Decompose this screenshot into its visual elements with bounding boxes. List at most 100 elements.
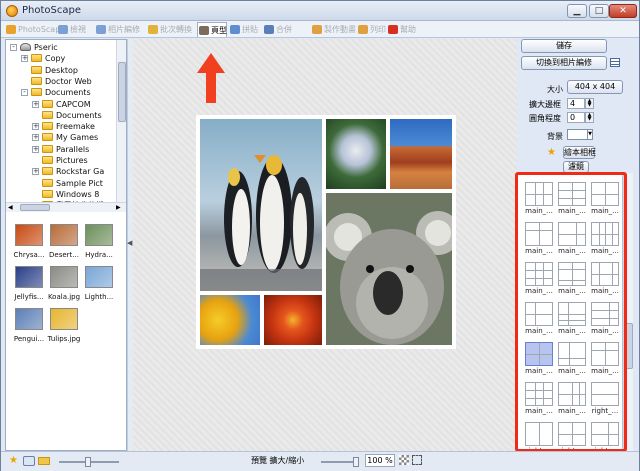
- tree-item[interactable]: - Pseric: [6, 42, 116, 53]
- dropdown-arrow-icon[interactable]: ▼: [587, 130, 592, 139]
- file-thumbnail[interactable]: Jellyfis...: [12, 266, 46, 310]
- tree-scroll-thumb[interactable]: [118, 62, 126, 122]
- tab-4[interactable]: 頁型: [197, 22, 227, 37]
- expand-border-label: 擴大邊框: [529, 100, 561, 109]
- tree-item[interactable]: - Documents: [6, 87, 116, 98]
- expand-icon[interactable]: +: [32, 123, 39, 131]
- tab-9[interactable]: 幫助: [387, 22, 425, 37]
- tree-item[interactable]: + Copy: [6, 53, 116, 64]
- tree-item[interactable]: Pictures: [6, 155, 116, 166]
- tree-item[interactable]: + CAPCOM: [6, 99, 116, 110]
- photo-border-button[interactable]: 繪本相框: [563, 146, 596, 159]
- round-corner-input[interactable]: 0: [567, 112, 585, 123]
- collapse-icon[interactable]: -: [21, 89, 28, 97]
- maximize-button[interactable]: □: [589, 4, 609, 18]
- file-thumbnail[interactable]: Hydra...: [82, 224, 116, 268]
- expand-icon[interactable]: +: [32, 134, 39, 142]
- tab-5[interactable]: 拼貼: [229, 22, 261, 37]
- scroll-right-arrow-icon[interactable]: ▶: [116, 204, 121, 211]
- star-status-icon[interactable]: ★: [9, 455, 18, 466]
- tree-item[interactable]: + Rockstar Ga: [6, 166, 116, 177]
- collage-preview[interactable]: [196, 115, 456, 349]
- background-color-picker[interactable]: ▼: [567, 129, 593, 140]
- thumbnail-size-slider[interactable]: [59, 457, 119, 467]
- folder-tree[interactable]: - Pseric + Copy Desktop Doctor Web - Documents +…: [6, 40, 116, 202]
- penguins-photo[interactable]: [200, 119, 322, 291]
- tree-hscroll-thumb[interactable]: [20, 204, 50, 211]
- hydrangea-photo[interactable]: [326, 119, 386, 189]
- folder-icon: [42, 110, 53, 119]
- transparency-grid-icon[interactable]: [399, 455, 409, 465]
- tree-vertical-scrollbar[interactable]: [116, 40, 126, 202]
- close-button[interactable]: ✕: [609, 4, 637, 18]
- tab-2[interactable]: 相片編修: [95, 22, 145, 37]
- tab-label: 製作動畫: [324, 25, 356, 34]
- fit-screen-icon[interactable]: [412, 455, 422, 465]
- list-view-icon[interactable]: [610, 58, 620, 67]
- tree-item[interactable]: + Freemake: [6, 121, 116, 132]
- desert-photo[interactable]: [390, 119, 452, 189]
- tab-icon: [264, 25, 274, 34]
- round-corner-stepper[interactable]: ▲ ▼: [585, 112, 594, 123]
- open-folder-icon[interactable]: [38, 457, 50, 465]
- scroll-left-arrow-icon[interactable]: ◀: [8, 204, 13, 211]
- tab-label: 幫助: [400, 25, 416, 34]
- file-thumbnail[interactable]: Chrysa...: [12, 224, 46, 268]
- expand-icon[interactable]: +: [21, 55, 28, 63]
- preview-zoom-slider[interactable]: [321, 457, 359, 467]
- file-thumbnail[interactable]: Tulips.jpg: [47, 308, 81, 352]
- tab-label: 拼貼: [242, 25, 258, 34]
- zoom-slider-handle[interactable]: [353, 457, 359, 467]
- tree-item[interactable]: Sample Pict: [6, 178, 116, 189]
- tree-item[interactable]: Doctor Web: [6, 76, 116, 87]
- size-button[interactable]: 404 x 404: [567, 80, 623, 94]
- tab-7[interactable]: 製作動畫: [311, 22, 356, 37]
- expand-icon[interactable]: +: [32, 100, 39, 108]
- koala-photo[interactable]: [326, 193, 452, 345]
- tree-item-label: Copy: [45, 54, 66, 64]
- chrysanthemum-photo[interactable]: [264, 295, 322, 345]
- expand-border-input[interactable]: 4: [567, 98, 585, 109]
- file-name: Jellyfis...: [14, 293, 44, 301]
- tab-1[interactable]: 檢視: [57, 22, 93, 37]
- tulips-photo[interactable]: [200, 295, 260, 345]
- file-thumbnail[interactable]: Lighth...: [82, 266, 116, 310]
- file-thumbnail[interactable]: Pengui...: [12, 308, 46, 352]
- folder-icon: [42, 156, 53, 164]
- template-highlight-box: [515, 172, 627, 452]
- zoom-value[interactable]: 100 %: [365, 454, 395, 467]
- file-name: Hydra...: [85, 251, 113, 259]
- canvas-resize-grip: [507, 435, 515, 449]
- tab-0[interactable]: PhotoScape: [5, 22, 65, 37]
- expand-icon[interactable]: +: [32, 145, 39, 153]
- thumbnail-image: [50, 308, 78, 330]
- collapse-arrow-icon[interactable]: ◀: [127, 239, 132, 247]
- expand-icon[interactable]: +: [32, 168, 39, 176]
- thumbnail-slider-handle[interactable]: [85, 457, 91, 467]
- tree-horizontal-scrollbar[interactable]: ◀ ▶: [6, 202, 126, 212]
- tab-icon: [230, 25, 240, 34]
- file-thumbnail[interactable]: Koala.jpg: [47, 266, 81, 310]
- tree-item[interactable]: Documents: [6, 110, 116, 121]
- tab-3[interactable]: 批次轉換: [147, 22, 195, 37]
- tree-item[interactable]: Desktop: [6, 65, 116, 76]
- tree-item-label: Pictures: [56, 156, 88, 165]
- tree-item[interactable]: Windows 8: [6, 189, 116, 200]
- expand-border-stepper[interactable]: ▲ ▼: [585, 98, 594, 109]
- switch-to-editor-button[interactable]: 切換到相片編修: [521, 56, 607, 70]
- photoscape-logo-icon: [6, 5, 18, 17]
- tab-icon: [58, 25, 68, 34]
- tab-6[interactable]: 合併: [263, 22, 309, 37]
- file-thumbnail[interactable]: Desert...: [47, 224, 81, 268]
- minimize-button[interactable]: ▁: [567, 4, 587, 18]
- tree-item[interactable]: + Parallels: [6, 144, 116, 155]
- tree-item-label: Parallels: [56, 144, 90, 154]
- save-button[interactable]: 儲存: [521, 39, 607, 53]
- collapse-icon[interactable]: -: [10, 44, 17, 51]
- tab-8[interactable]: 列印: [357, 22, 386, 37]
- rotate-icon[interactable]: [23, 456, 35, 466]
- tree-item-label: Freemake: [56, 122, 95, 132]
- tree-item[interactable]: + My Games: [6, 132, 116, 143]
- background-label: 背景: [547, 132, 563, 141]
- tree-item-label: Sample Pict: [56, 178, 103, 188]
